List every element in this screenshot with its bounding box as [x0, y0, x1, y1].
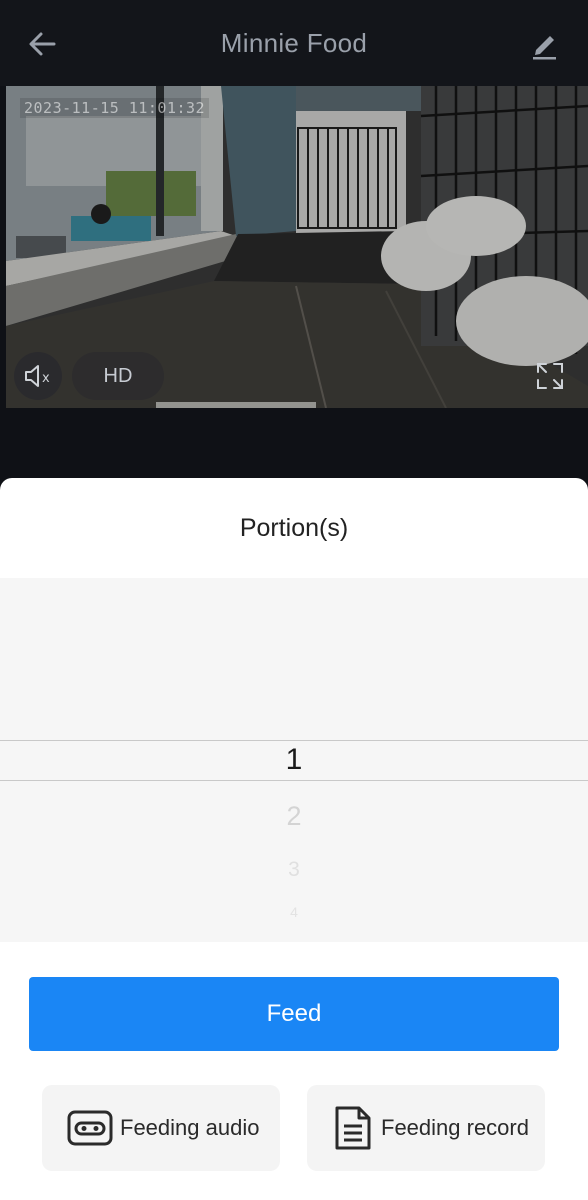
portion-picker[interactable]: 1 2 3 4: [0, 578, 588, 942]
picker-option[interactable]: 3: [0, 858, 588, 882]
quality-hd-button[interactable]: HD: [72, 352, 164, 400]
picker-divider-bottom: [0, 780, 588, 781]
fullscreen-icon[interactable]: [532, 358, 568, 394]
picker-option[interactable]: 4: [0, 904, 588, 920]
picker-option[interactable]: 2: [0, 801, 588, 832]
svg-text:x: x: [42, 371, 50, 386]
feeding-audio-label: Feeding audio: [120, 1115, 260, 1140]
feeding-record-label: Feeding record: [381, 1115, 529, 1140]
camera-live-view[interactable]: 2023-11-15 11:01:32 x HD: [6, 86, 588, 408]
picker-option-selected[interactable]: 1: [0, 743, 588, 777]
feeding-record-button[interactable]: Feeding record: [307, 1085, 545, 1171]
top-bar: Minnie Food: [0, 0, 588, 86]
feeding-audio-button[interactable]: Feeding audio: [42, 1085, 280, 1171]
video-timestamp: 2023-11-15 11:01:32: [20, 98, 210, 118]
mute-toggle-button[interactable]: x: [14, 352, 62, 400]
portion-sheet: Portion(s) 1 2 3 4 Feed Feeding audio Fe…: [0, 478, 588, 1200]
edit-pencil-icon[interactable]: [526, 26, 562, 62]
page-title: Minnie Food: [220, 28, 368, 58]
picker-divider-top: [0, 740, 588, 741]
cassette-icon: [66, 1108, 114, 1148]
sheet-title: Portion(s): [239, 514, 349, 542]
speaker-muted-icon: x: [25, 365, 50, 387]
document-icon: [331, 1104, 375, 1152]
feed-button[interactable]: Feed: [29, 977, 559, 1051]
